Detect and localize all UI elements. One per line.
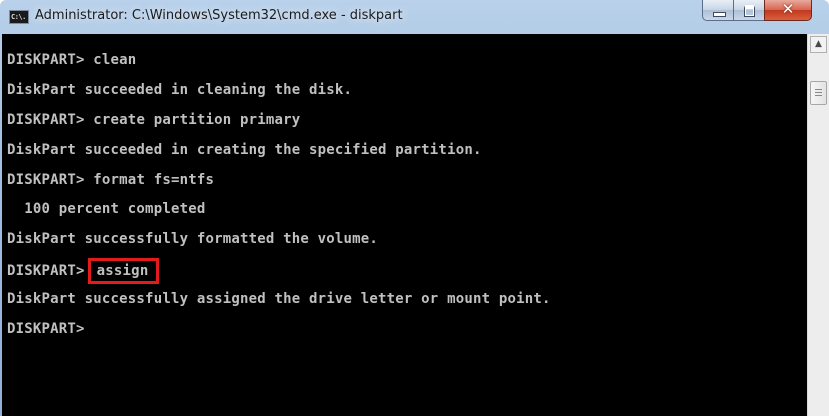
maximize-button[interactable]	[733, 0, 765, 21]
console-line: 100 percent completed	[7, 201, 206, 218]
console-line: DiskPart successfully formatted the volu…	[7, 231, 379, 248]
minimize-button[interactable]	[702, 0, 734, 21]
chevron-up-icon: ▲	[815, 39, 822, 49]
minimize-icon	[713, 12, 726, 17]
console-prompt: DISKPART>	[7, 321, 85, 338]
scroll-thumb[interactable]	[810, 81, 827, 105]
cmd-app-icon[interactable]: C:\.	[9, 10, 29, 24]
console-area[interactable]: DISKPART> clean DiskPart succeeded in cl…	[2, 34, 807, 416]
close-button[interactable]: ✕	[764, 0, 812, 21]
console-command: clean	[93, 52, 137, 68]
console-prompt: DISKPART>	[7, 111, 94, 128]
title-bar[interactable]: C:\. Administrator: C:\Windows\System32\…	[0, 0, 829, 34]
close-icon: ✕	[781, 0, 795, 18]
console-line: DISKPART> assign	[7, 258, 551, 288]
console-command: create partition primary	[93, 111, 301, 128]
console-output: DISKPART> clean DiskPart succeeded in cl…	[7, 49, 551, 348]
scroll-up-button[interactable]: ▲	[810, 36, 827, 53]
cmd-window: C:\. Administrator: C:\Windows\System32\…	[0, 0, 829, 416]
console-line: DiskPart succeeded in cleaning the disk.	[7, 81, 353, 98]
console-prompt: DISKPART>	[7, 263, 85, 280]
window-title: Administrator: C:\Windows\System32\cmd.e…	[35, 8, 403, 23]
console-prompt: DISKPART>	[7, 171, 94, 188]
vertical-scrollbar[interactable]: ▲	[807, 34, 829, 416]
maximize-icon	[744, 5, 755, 17]
console-prompt: DISKPART>	[7, 52, 94, 68]
console-line: DISKPART>	[7, 318, 551, 348]
console-line: DiskPart succeeded in creating the speci…	[7, 141, 482, 158]
console-line: DISKPART> create partition primary	[7, 109, 551, 139]
console-line: DISKPART> format fs=ntfs	[7, 169, 551, 199]
highlighted-assign-command: assign	[87, 258, 160, 285]
console-line: DiskPart successfully assigned the drive…	[7, 291, 551, 308]
console-command: format fs=ntfs	[93, 171, 215, 188]
console-line: DISKPART> clean	[7, 49, 551, 79]
grip-icon	[815, 89, 822, 98]
